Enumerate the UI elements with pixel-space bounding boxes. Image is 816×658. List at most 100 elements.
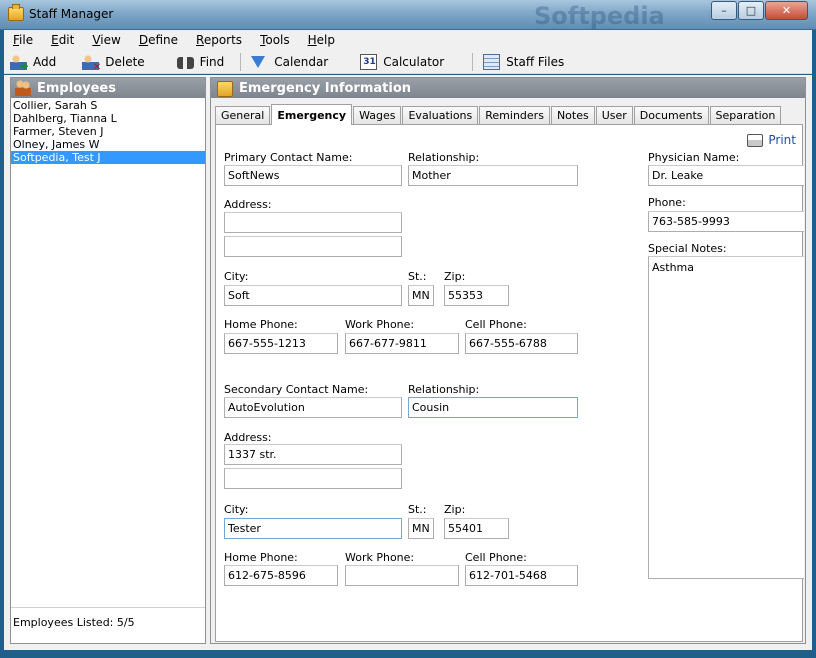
secondary-relationship-label: Relationship: (408, 383, 480, 396)
employee-list-item[interactable]: Farmer, Steven J (11, 125, 205, 138)
secondary-contact-name-field[interactable]: AutoEvolution (224, 397, 402, 418)
menu-edit[interactable]: Edit (42, 33, 83, 47)
secondary-zip-field[interactable]: 55401 (444, 518, 509, 539)
secondary-cell-phone-field[interactable]: 612-701-5468 (465, 565, 578, 586)
secondary-contact-label: Secondary Contact Name: (224, 383, 369, 396)
menu-tools[interactable]: Tools (251, 33, 299, 47)
folder-icon (217, 81, 233, 97)
physician-name-label: Physician Name: (648, 151, 740, 164)
tab-wages[interactable]: Wages (353, 106, 402, 124)
secondary-address-line1-field[interactable]: 1337 str. (224, 444, 402, 465)
secondary-work-phone-field[interactable] (345, 565, 459, 586)
employee-list-item-selected[interactable]: Softpedia, Test J (11, 151, 205, 164)
calendar-button[interactable]: Calendar (245, 51, 334, 73)
window-title: Staff Manager (29, 7, 114, 21)
primary-city-label: City: (224, 270, 249, 283)
tab-documents[interactable]: Documents (633, 106, 709, 124)
tab-strip: General Emergency Wages Evaluations Remi… (215, 104, 782, 125)
secondary-zip-label: Zip: (444, 503, 466, 516)
add-user-icon (10, 53, 29, 73)
primary-address-label: Address: (224, 198, 272, 211)
tab-reminders[interactable]: Reminders (479, 106, 550, 124)
employee-list: Collier, Sarah S Dahlberg, Tianna L Farm… (11, 98, 205, 164)
filter-icon (251, 55, 266, 68)
primary-state-label: St.: (408, 270, 427, 283)
primary-work-phone-label: Work Phone: (345, 318, 415, 331)
printer-icon (747, 133, 764, 147)
employees-header: Employees (11, 78, 205, 98)
close-button[interactable]: ✕ (765, 1, 808, 20)
information-header: Emergency Information (211, 78, 805, 98)
physician-phone-label: Phone: (648, 196, 686, 209)
employees-count: Employees Listed: 5/5 (11, 607, 205, 643)
special-notes-field[interactable]: Asthma (648, 256, 804, 579)
primary-home-phone-field[interactable]: 667-555-1213 (224, 333, 338, 354)
main-area: Employees Collier, Sarah S Dahlberg, Tia… (4, 75, 812, 650)
find-button[interactable]: Find (171, 51, 231, 73)
menu-reports[interactable]: Reports (187, 33, 251, 47)
delete-button[interactable]: Delete (76, 51, 150, 73)
primary-address-line1-field[interactable] (224, 212, 402, 233)
secondary-home-phone-label: Home Phone: (224, 551, 298, 564)
primary-state-field[interactable]: MN (408, 285, 434, 306)
primary-cell-phone-label: Cell Phone: (465, 318, 527, 331)
tab-evaluations[interactable]: Evaluations (402, 106, 479, 124)
primary-city-field[interactable]: Soft (224, 285, 402, 306)
maximize-button[interactable]: □ (738, 1, 764, 20)
tab-general[interactable]: General (215, 106, 271, 124)
calendar-icon (360, 53, 378, 70)
employees-panel: Employees Collier, Sarah S Dahlberg, Tia… (10, 77, 206, 644)
menu-help[interactable]: Help (299, 33, 344, 47)
toolbar: Add Delete Find Calendar Calculator Staf… (4, 50, 812, 74)
primary-zip-label: Zip: (444, 270, 466, 283)
toolbar-separator (240, 52, 242, 71)
secondary-address-label: Address: (224, 431, 272, 444)
watermark: Softpedia (534, 2, 665, 30)
window-controls: – □ ✕ (710, 1, 808, 20)
add-button[interactable]: Add (4, 51, 62, 73)
tab-emergency[interactable]: Emergency (271, 104, 353, 125)
primary-work-phone-field[interactable]: 667-677-9811 (345, 333, 459, 354)
tab-notes[interactable]: Notes (550, 106, 595, 124)
primary-contact-label: Primary Contact Name: (224, 151, 353, 164)
staff-files-button[interactable]: Staff Files (477, 51, 570, 73)
menu-file[interactable]: File (4, 33, 42, 47)
app-folder-icon (8, 4, 24, 21)
delete-user-icon (82, 53, 101, 73)
secondary-state-field[interactable]: MN (408, 518, 434, 539)
employee-list-item[interactable]: Olney, James W (11, 138, 205, 151)
physician-phone-field[interactable]: 763-585-9993 (648, 211, 804, 232)
secondary-cell-phone-label: Cell Phone: (465, 551, 527, 564)
files-icon (483, 53, 501, 70)
primary-relationship-field[interactable]: Mother (408, 165, 578, 186)
minimize-button[interactable]: – (711, 1, 737, 20)
primary-cell-phone-field[interactable]: 667-555-6788 (465, 333, 578, 354)
employees-icon (15, 80, 31, 96)
calculator-button[interactable]: Calculator (354, 51, 450, 73)
primary-address-line2-field[interactable] (224, 236, 402, 257)
menu-view[interactable]: View (83, 33, 129, 47)
employee-list-item[interactable]: Dahlberg, Tianna L (11, 112, 205, 125)
physician-name-field[interactable]: Dr. Leake (648, 165, 804, 186)
secondary-state-label: St.: (408, 503, 427, 516)
title-bar: Staff Manager Softpedia – □ ✕ (0, 0, 816, 30)
primary-relationship-label: Relationship: (408, 151, 480, 164)
tab-separation[interactable]: Separation (709, 106, 782, 124)
secondary-city-field[interactable]: Tester (224, 518, 402, 539)
primary-contact-name-field[interactable]: SoftNews (224, 165, 402, 186)
employee-list-item[interactable]: Collier, Sarah S (11, 99, 205, 112)
primary-home-phone-label: Home Phone: (224, 318, 298, 331)
secondary-home-phone-field[interactable]: 612-675-8596 (224, 565, 338, 586)
secondary-relationship-field[interactable]: Cousin (408, 397, 578, 418)
information-panel: Emergency Information General Emergency … (210, 77, 806, 644)
primary-zip-field[interactable]: 55353 (444, 285, 509, 306)
secondary-city-label: City: (224, 503, 249, 516)
binoculars-icon (176, 56, 194, 69)
print-button[interactable]: Print (747, 133, 796, 147)
toolbar-separator (472, 52, 474, 71)
menu-bar: File Edit View Define Reports Tools Help (4, 30, 812, 50)
special-notes-label: Special Notes: (648, 242, 727, 255)
secondary-address-line2-field[interactable] (224, 468, 402, 489)
menu-define[interactable]: Define (130, 33, 187, 47)
tab-user[interactable]: User (595, 106, 633, 124)
